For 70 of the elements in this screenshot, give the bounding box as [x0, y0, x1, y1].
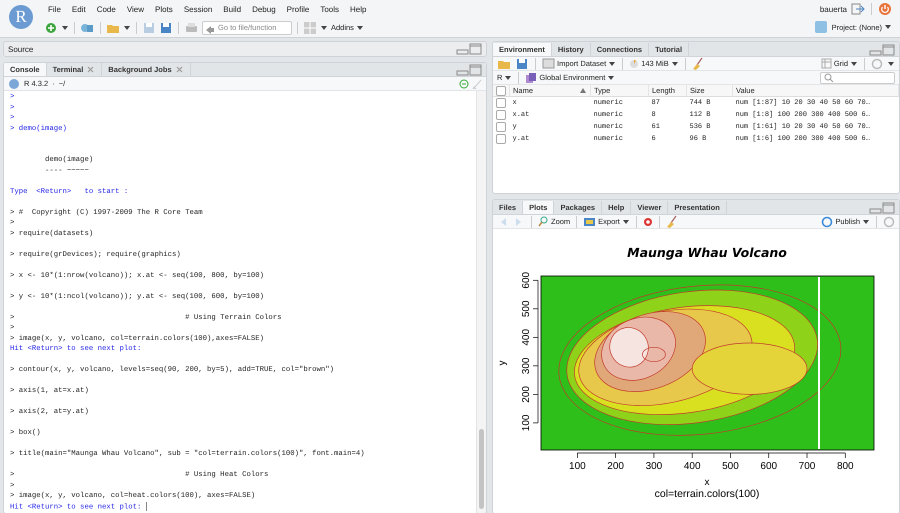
- tick-label: 600: [760, 461, 778, 472]
- tick-label: 400: [684, 461, 701, 472]
- tick-label: 500: [722, 461, 739, 472]
- axis-title: x: [704, 477, 710, 488]
- menu-item[interactable]: Tools: [316, 5, 346, 14]
- tick-label: 500: [521, 300, 532, 318]
- axis-title: y: [497, 360, 508, 366]
- checkbox[interactable]: [496, 110, 506, 120]
- tick-label: 200: [607, 461, 624, 472]
- menu-item[interactable]: Edit: [68, 5, 93, 14]
- menu-item[interactable]: Build: [219, 5, 248, 14]
- caret-icon[interactable]: [884, 23, 892, 31]
- tick-label: 300: [646, 461, 662, 472]
- caret-icon[interactable]: [356, 24, 364, 32]
- menu-item[interactable]: Debug: [248, 5, 283, 14]
- caret-icon[interactable]: [670, 60, 679, 68]
- menu-item[interactable]: File: [44, 5, 68, 14]
- checkbox[interactable]: [496, 134, 506, 144]
- caret-icon[interactable]: [504, 74, 512, 82]
- tick-label: 800: [836, 461, 854, 472]
- search-icon: [824, 72, 834, 82]
- caret-icon[interactable]: [850, 60, 858, 68]
- remove-icon[interactable]: [642, 216, 653, 226]
- close-icon[interactable]: [174, 65, 184, 74]
- tick-label: 400: [521, 328, 532, 346]
- plot-title: Maunga Whau Volcano: [627, 245, 787, 260]
- pane-title: Source: [8, 44, 34, 54]
- caret-icon[interactable]: [61, 24, 69, 32]
- menu-item[interactable]: Session: [180, 5, 220, 14]
- magnifier-icon: [538, 216, 549, 227]
- maximize-icon[interactable]: [469, 43, 482, 55]
- caret-icon[interactable]: [622, 218, 630, 226]
- scrollbar[interactable]: [479, 429, 484, 509]
- tick-label: 200: [521, 386, 532, 403]
- maximize-icon[interactable]: [469, 64, 482, 76]
- app-logo: R: [9, 5, 33, 29]
- checkbox[interactable]: [496, 86, 506, 96]
- save-icon[interactable]: [515, 56, 529, 70]
- tick-label: 100: [569, 461, 586, 472]
- image-icon: [583, 216, 596, 228]
- caret-icon[interactable]: [123, 24, 131, 32]
- checkbox[interactable]: [496, 98, 506, 108]
- sort-icon: [579, 87, 587, 94]
- checkbox[interactable]: [496, 122, 506, 132]
- grid-icon: [820, 58, 832, 69]
- save-icon[interactable]: [142, 20, 156, 34]
- close-icon[interactable]: [86, 65, 96, 74]
- search-field[interactable]: [820, 72, 895, 84]
- stop-icon[interactable]: [459, 78, 469, 89]
- sign-out-icon[interactable]: [851, 2, 865, 16]
- tick-label: 700: [798, 461, 816, 472]
- user-name: bauerta: [820, 4, 847, 14]
- tick-label: 100: [521, 414, 532, 432]
- project-icon[interactable]: [814, 20, 828, 34]
- menu-item[interactable]: Plots: [151, 5, 180, 14]
- caret-icon[interactable]: [887, 60, 895, 68]
- tick-label: 300: [521, 358, 532, 374]
- tick-label: 600: [521, 272, 532, 289]
- print-icon[interactable]: [184, 20, 199, 34]
- caret-icon[interactable]: [862, 218, 870, 226]
- menu-item[interactable]: Profile: [282, 5, 316, 14]
- maximize-icon[interactable]: [882, 202, 895, 214]
- plot-subtitle: col=terrain.colors(100): [654, 488, 760, 500]
- menu-item[interactable]: Code: [92, 5, 123, 14]
- menu-item[interactable]: Help: [346, 5, 374, 14]
- power-icon[interactable]: [878, 2, 892, 16]
- menu-item[interactable]: View: [122, 5, 152, 14]
- save-all-icon[interactable]: [159, 20, 173, 34]
- caret-icon[interactable]: [320, 24, 328, 32]
- stack-icon: [525, 72, 538, 84]
